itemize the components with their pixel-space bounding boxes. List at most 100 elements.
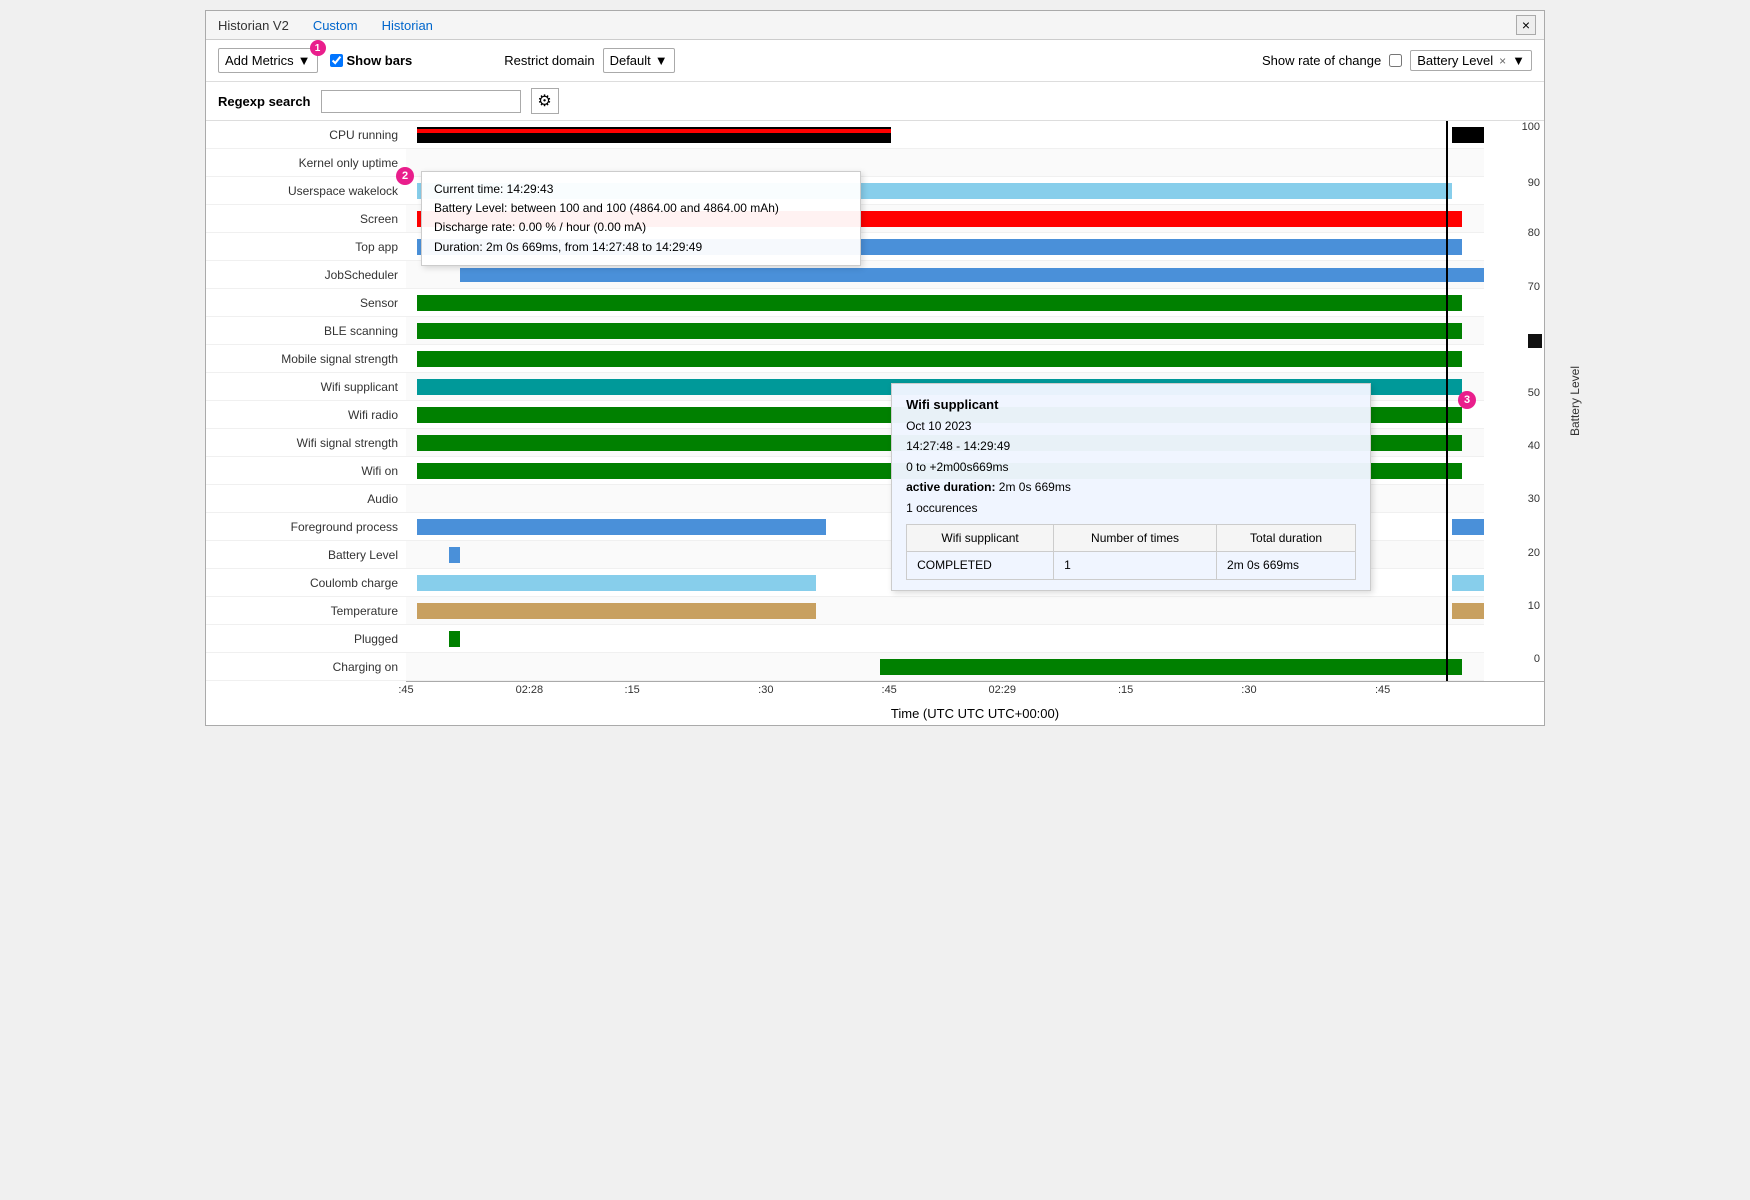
tooltip-bottom-time: 14:27:48 - 14:29:49	[906, 436, 1356, 456]
search-label: Regexp search	[218, 94, 311, 109]
tooltip-line1: Current time: 14:29:43	[434, 180, 848, 199]
tooltip-table-cell: 1	[1054, 552, 1217, 579]
y-axis-tick: 70	[1528, 281, 1540, 293]
badge-2: 2	[396, 167, 414, 185]
battery-level-text: Battery Level	[1417, 53, 1493, 68]
y-label: Wifi on	[206, 457, 406, 485]
tooltip-table-header: Wifi supplicant	[907, 525, 1054, 552]
chart-row[interactable]	[406, 345, 1484, 373]
x-axis-tick: 02:29	[988, 684, 1016, 696]
y-axis-tick: 20	[1528, 547, 1540, 559]
tooltip-table-row: COMPLETED12m 0s 669ms	[907, 552, 1356, 579]
badge-3: 3	[1458, 391, 1476, 409]
bar	[417, 575, 816, 591]
bar	[417, 603, 816, 619]
y-label: Wifi radio	[206, 401, 406, 429]
x-axis-tick: 02:28	[516, 684, 544, 696]
add-metrics-label: Add Metrics	[225, 53, 294, 68]
y-label: Mobile signal strength	[206, 345, 406, 373]
bar	[417, 351, 1463, 367]
search-input[interactable]	[321, 90, 521, 113]
bar	[1182, 268, 1193, 282]
tooltip-bottom: Wifi supplicant Oct 10 2023 14:27:48 - 1…	[891, 383, 1371, 591]
y-label: CPU running	[206, 121, 406, 149]
tooltip-top: Current time: 14:29:43 Battery Level: be…	[421, 171, 861, 266]
y-labels: CPU runningKernel only uptimeUserspace w…	[206, 121, 406, 681]
tooltip-table-header: Number of times	[1054, 525, 1217, 552]
tooltip-bottom-table: Wifi supplicantNumber of timesTotal dura…	[906, 524, 1356, 580]
title-bar: Historian V2 Custom Historian ×	[206, 11, 1544, 40]
add-metrics-dropdown-arrow: ▼	[298, 53, 311, 68]
toolbar: Add Metrics ▼ 1 Show bars Restrict domai…	[206, 40, 1544, 82]
show-rate-label: Show rate of change	[1262, 53, 1381, 68]
battery-level-remove[interactable]: ×	[1499, 54, 1506, 68]
tooltip-table-header: Total duration	[1217, 525, 1356, 552]
chart-row[interactable]	[406, 121, 1484, 149]
show-bars-checkbox[interactable]	[330, 54, 343, 67]
add-metrics-badge: 1	[310, 40, 326, 56]
tab-historian-v2[interactable]: Historian V2	[214, 16, 293, 35]
add-metrics-btn-wrapper: Add Metrics ▼ 1	[218, 48, 318, 73]
y-label: Wifi signal strength	[206, 429, 406, 457]
chart-row[interactable]	[406, 653, 1484, 681]
tab-custom[interactable]: Custom	[309, 16, 362, 35]
battery-legend-square	[1528, 334, 1542, 348]
y-axis-tick: 90	[1528, 177, 1540, 189]
y-label: Battery Level	[206, 541, 406, 569]
y-axis-tick: 0	[1534, 653, 1540, 665]
y-label: BLE scanning	[206, 317, 406, 345]
y-label: Charging on	[206, 653, 406, 681]
close-button[interactable]: ×	[1516, 15, 1536, 35]
y-label: Kernel only uptime	[206, 149, 406, 177]
battery-level-arrow[interactable]: ▼	[1512, 53, 1525, 68]
show-bars-label[interactable]: Show bars	[330, 53, 413, 68]
tooltip-bottom-duration-label: active duration:	[906, 480, 995, 494]
bar	[449, 631, 460, 647]
y-axis-tick: 10	[1528, 600, 1540, 612]
y-axis-tick: 80	[1528, 227, 1540, 239]
restrict-domain-group: Restrict domain Default ▼	[504, 48, 674, 73]
search-row: Regexp search ⚙ Current time: 14:29:43 B…	[206, 82, 1544, 121]
add-metrics-button[interactable]: Add Metrics ▼	[218, 48, 318, 73]
chart-row[interactable]	[406, 289, 1484, 317]
bar	[417, 519, 827, 535]
bar	[460, 268, 1484, 282]
y-axis-tick: 30	[1528, 493, 1540, 505]
tooltip-table-cell: 2m 0s 669ms	[1217, 552, 1356, 579]
restrict-domain-dropdown[interactable]: Default ▼	[603, 48, 675, 73]
chart-row[interactable]	[406, 597, 1484, 625]
bar	[880, 268, 891, 282]
gear-icon: ⚙	[537, 91, 551, 111]
tooltip-line4: Duration: 2m 0s 669ms, from 14:27:48 to …	[434, 238, 848, 257]
chart-row[interactable]	[406, 317, 1484, 345]
bar	[1452, 575, 1484, 591]
bar	[880, 659, 1462, 675]
bar	[417, 323, 1463, 339]
tab-historian[interactable]: Historian	[378, 16, 437, 35]
y-label: Plugged	[206, 625, 406, 653]
chart-wrapper: CPU runningKernel only uptimeUserspace w…	[206, 121, 1544, 681]
tooltip-bottom-occurrences: 1 occurences	[906, 498, 1356, 518]
x-axis-title: Time (UTC UTC UTC+00:00)	[406, 702, 1544, 725]
y-axis-right: 1009080706050403020100 Battery Level	[1484, 121, 1544, 681]
y-label: Wifi supplicant	[206, 373, 406, 401]
x-axis-tick: :45	[882, 684, 897, 696]
y-axis-tick: 50	[1528, 387, 1540, 399]
x-axis-tick: :30	[1241, 684, 1256, 696]
bar	[1452, 519, 1484, 535]
restrict-domain-arrow: ▼	[655, 53, 668, 68]
show-rate-checkbox[interactable]	[1389, 54, 1402, 67]
tooltip-bottom-offset: 0 to +2m00s669ms	[906, 457, 1356, 477]
tooltip-line2: Battery Level: between 100 and 100 (4864…	[434, 199, 848, 218]
settings-button[interactable]: ⚙	[531, 88, 559, 114]
battery-level-pill: Battery Level × ▼	[1410, 50, 1532, 71]
y-label: Top app	[206, 233, 406, 261]
y-label: Foreground process	[206, 513, 406, 541]
cursor-line	[1446, 121, 1448, 681]
x-axis-tick: :30	[758, 684, 773, 696]
bar	[1452, 127, 1484, 143]
y-label: Userspace wakelock	[206, 177, 406, 205]
x-axis-tick: :45	[398, 684, 413, 696]
tooltip-table-cell: COMPLETED	[907, 552, 1054, 579]
chart-row[interactable]	[406, 625, 1484, 653]
